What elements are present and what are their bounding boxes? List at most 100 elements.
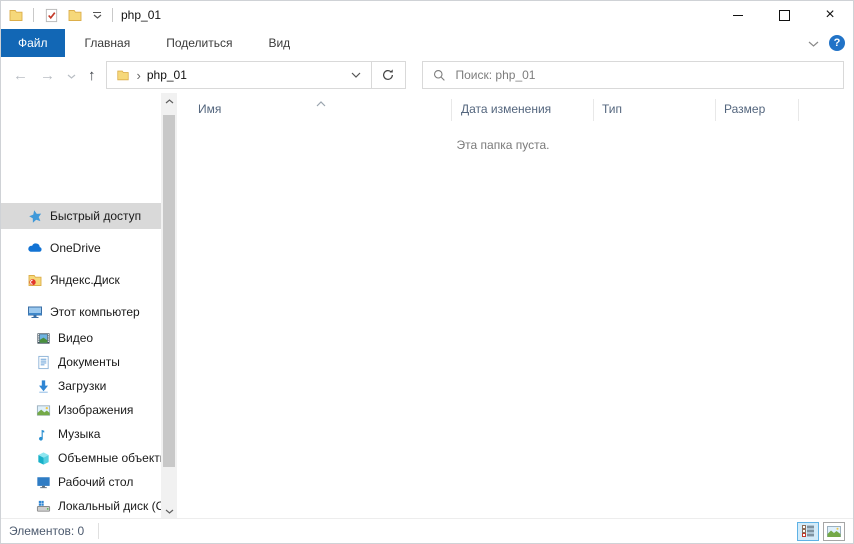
column-separator[interactable] <box>451 99 452 121</box>
sidebar-item-3d-objects[interactable]: Объемные объекты <box>1 445 161 471</box>
large-icons-view-button[interactable] <box>823 522 845 541</box>
help-icon[interactable]: ? <box>829 35 845 51</box>
sidebar-item-label: OneDrive <box>50 241 101 255</box>
search-box[interactable] <box>422 61 844 89</box>
up-icon[interactable]: ↑ <box>88 68 96 83</box>
column-headers: Имя Дата изменения Тип Размер <box>177 93 853 125</box>
sidebar-item-label: Документы <box>58 355 120 369</box>
sidebar-item-downloads[interactable]: Загрузки <box>1 373 161 399</box>
sidebar-item-quick-access[interactable]: Быстрый доступ <box>1 203 161 229</box>
scrollbar-down-icon[interactable] <box>161 503 177 519</box>
navigation-bar: ← → ↑ › php_01 <box>1 57 853 93</box>
nav-arrows: ← → ↑ <box>1 66 106 84</box>
quick-access-star-icon <box>27 208 43 224</box>
sidebar-item-label: Этот компьютер <box>50 305 140 319</box>
documents-icon <box>35 354 51 370</box>
tab-share[interactable]: Поделиться <box>150 29 248 57</box>
details-view-button[interactable] <box>797 522 819 541</box>
sidebar-item-this-pc[interactable]: Этот компьютер <box>1 299 161 325</box>
ribbon-right-controls: ? <box>808 29 853 57</box>
status-bar: Элементов: 0 <box>1 518 853 543</box>
scrollbar-up-icon[interactable] <box>161 93 177 109</box>
scrollbar-thumb[interactable] <box>163 115 175 467</box>
explorer-window: php_01 × Файл Главная Поделиться Вид ? ←… <box>0 0 854 544</box>
breadcrumb-chevron-icon: › <box>137 68 141 83</box>
sidebar-item-label: Рабочий стол <box>58 475 133 489</box>
sidebar-item-label: Изображения <box>58 403 133 417</box>
column-header-date-modified[interactable]: Дата изменения <box>461 102 551 116</box>
sort-ascending-icon <box>316 94 326 112</box>
properties-check-icon[interactable] <box>42 6 60 24</box>
minimize-icon <box>733 15 743 16</box>
sidebar-item-local-disk-c[interactable]: Локальный диск (C:) <box>1 493 161 519</box>
empty-folder-message: Эта папка пуста. <box>177 138 829 152</box>
refresh-button[interactable] <box>371 62 405 88</box>
sidebar-item-label: Видео <box>58 331 93 345</box>
column-separator[interactable] <box>715 99 716 121</box>
close-icon: × <box>825 7 834 23</box>
address-bar[interactable]: › php_01 <box>106 61 406 89</box>
tab-home[interactable]: Главная <box>69 29 147 57</box>
sidebar-item-yandex-disk[interactable]: Яндекс.Диск <box>1 267 161 293</box>
ribbon-collapse-chevron-icon[interactable] <box>808 34 819 52</box>
sidebar-item-label: Объемные объекты <box>58 451 161 465</box>
window-title: php_01 <box>121 8 161 22</box>
view-buttons <box>797 522 853 541</box>
tab-view[interactable]: Вид <box>252 29 306 57</box>
sidebar-item-label: Загрузки <box>58 379 106 393</box>
sidebar-item-label: Музыка <box>58 427 100 441</box>
sidebar-item-label: Яндекс.Диск <box>50 273 120 287</box>
sidebar-item-documents[interactable]: Документы <box>1 349 161 375</box>
forward-icon[interactable]: → <box>40 68 55 83</box>
column-header-size[interactable]: Размер <box>724 102 765 116</box>
breadcrumb-folder[interactable]: php_01 <box>147 68 187 82</box>
address-dropdown-icon[interactable] <box>341 62 371 88</box>
tab-file[interactable]: Файл <box>1 29 65 57</box>
column-header-type[interactable]: Тип <box>602 102 622 116</box>
sidebar-item-label: Локальный диск (C:) <box>58 499 161 513</box>
search-icon <box>433 69 446 82</box>
file-list-area: Имя Дата изменения Тип Размер Эта папка … <box>177 93 853 521</box>
sidebar-item-music[interactable]: Музыка <box>1 421 161 447</box>
items-count: Элементов: 0 <box>1 524 84 538</box>
music-icon <box>35 426 51 442</box>
new-folder-icon[interactable] <box>66 6 84 24</box>
pictures-icon <box>35 402 51 418</box>
this-pc-icon <box>27 304 43 320</box>
ribbon-tab-row: Файл Главная Поделиться Вид ? <box>1 29 853 58</box>
videos-icon <box>35 330 51 346</box>
sidebar-scrollbar[interactable] <box>161 93 177 521</box>
details-view-icon <box>802 525 815 537</box>
recent-locations-chevron-icon[interactable] <box>67 66 76 84</box>
column-header-name[interactable]: Имя <box>198 102 221 116</box>
sidebar-item-videos[interactable]: Видео <box>1 325 161 351</box>
back-icon[interactable]: ← <box>13 68 28 83</box>
sidebar-item-label: Быстрый доступ <box>50 209 141 223</box>
maximize-button[interactable] <box>761 1 807 29</box>
yandex-disk-icon <box>27 272 43 288</box>
sidebar-item-desktop[interactable]: Рабочий стол <box>1 469 161 495</box>
maximize-icon <box>779 10 790 21</box>
close-button[interactable]: × <box>807 1 853 29</box>
folder-icon <box>115 67 131 83</box>
quick-access-toolbar <box>1 6 115 24</box>
status-separator <box>98 523 99 539</box>
breadcrumb[interactable]: › php_01 <box>107 62 341 88</box>
3d-objects-icon <box>35 450 51 466</box>
downloads-icon <box>35 378 51 394</box>
minimize-button[interactable] <box>715 1 761 29</box>
search-input[interactable] <box>454 67 843 83</box>
navigation-pane: Быстрый доступ OneDrive Яндекс.Диск Этот… <box>1 93 161 521</box>
column-separator[interactable] <box>593 99 594 121</box>
sidebar-item-pictures[interactable]: Изображения <box>1 397 161 423</box>
main-area: Быстрый доступ OneDrive Яндекс.Диск Этот… <box>1 93 853 521</box>
onedrive-cloud-icon <box>27 240 43 256</box>
qat-separator <box>33 8 34 22</box>
title-bar: php_01 × <box>1 1 853 29</box>
sidebar-item-onedrive[interactable]: OneDrive <box>1 235 161 261</box>
qat-customize-dropdown-icon[interactable] <box>90 12 104 19</box>
column-separator[interactable] <box>798 99 799 121</box>
large-icons-view-icon <box>827 526 841 537</box>
app-folder-icon <box>7 6 25 24</box>
refresh-icon <box>381 68 395 82</box>
